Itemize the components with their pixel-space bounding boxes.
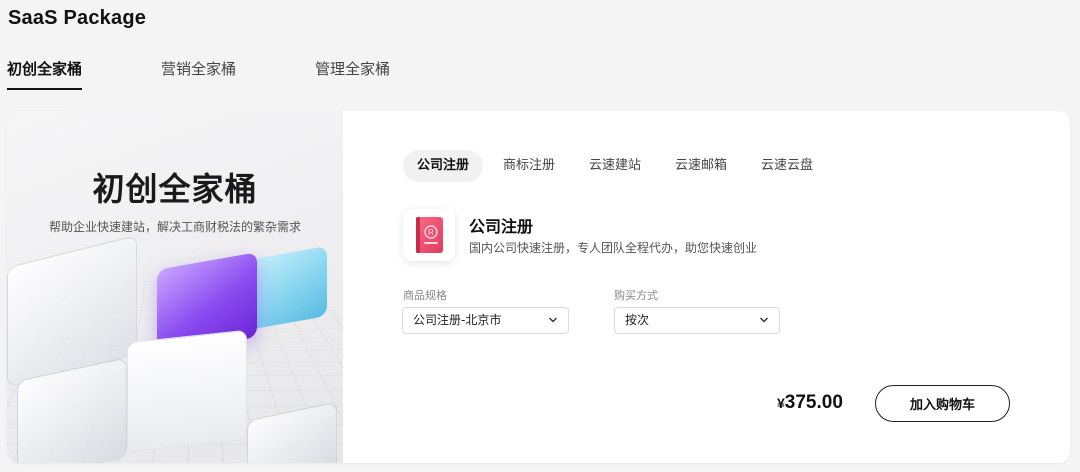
tab-startup-package[interactable]: 初创全家桶 bbox=[7, 56, 83, 90]
tab-cloud-mail[interactable]: 云速邮箱 bbox=[661, 150, 741, 182]
add-to-cart-button[interactable]: 加入购物车 bbox=[875, 385, 1010, 422]
package-tabs: 初创全家桶 营销全家桶 管理全家桶 bbox=[0, 56, 1080, 92]
spec-label: 商品规格 bbox=[403, 289, 447, 302]
tab-trademark-registration[interactable]: 商标注册 bbox=[489, 150, 569, 182]
chevron-down-icon bbox=[549, 317, 557, 323]
tab-site-builder[interactable]: 云速建站 bbox=[575, 150, 655, 182]
registration-book-icon: R bbox=[403, 209, 455, 261]
tab-management-package[interactable]: 管理全家桶 bbox=[315, 56, 390, 90]
spec-select-value: 公司注册-北京市 bbox=[413, 313, 502, 327]
purchase-method-select[interactable]: 按次 bbox=[614, 307, 780, 334]
tab-cloud-drive[interactable]: 云速云盘 bbox=[747, 150, 827, 182]
price-amount: 375.00 bbox=[784, 392, 843, 413]
package-card: 初创全家桶 帮助企业快速建站，解决工商财税法的繁杂需求 公司注册 商标注册 云速… bbox=[7, 111, 1070, 463]
price: ¥375.00 bbox=[777, 392, 843, 414]
tab-company-registration[interactable]: 公司注册 bbox=[403, 150, 484, 182]
page-title: SaaS Package bbox=[8, 7, 147, 29]
product-name: 公司注册 bbox=[469, 217, 534, 236]
cyan-cube-decoration bbox=[247, 245, 327, 331]
chevron-down-icon bbox=[760, 317, 768, 323]
white-cube-decoration bbox=[127, 329, 247, 453]
spec-select[interactable]: 公司注册-北京市 bbox=[402, 307, 569, 334]
svg-text:R: R bbox=[428, 228, 434, 237]
purchase-method-label: 购买方式 bbox=[614, 289, 658, 302]
hero-subtitle: 帮助企业快速建站，解决工商财税法的繁杂需求 bbox=[48, 220, 301, 234]
purchase-method-value: 按次 bbox=[625, 313, 650, 327]
product-description: 国内公司快速注册，专人团队全程代办，助您快速创业 bbox=[469, 241, 758, 255]
currency-symbol: ¥ bbox=[777, 395, 785, 411]
hero-title: 初创全家桶 bbox=[92, 170, 258, 208]
tab-marketing-package[interactable]: 营销全家桶 bbox=[161, 56, 236, 90]
hero-banner: 初创全家桶 帮助企业快速建站，解决工商财税法的繁杂需求 bbox=[7, 111, 343, 463]
